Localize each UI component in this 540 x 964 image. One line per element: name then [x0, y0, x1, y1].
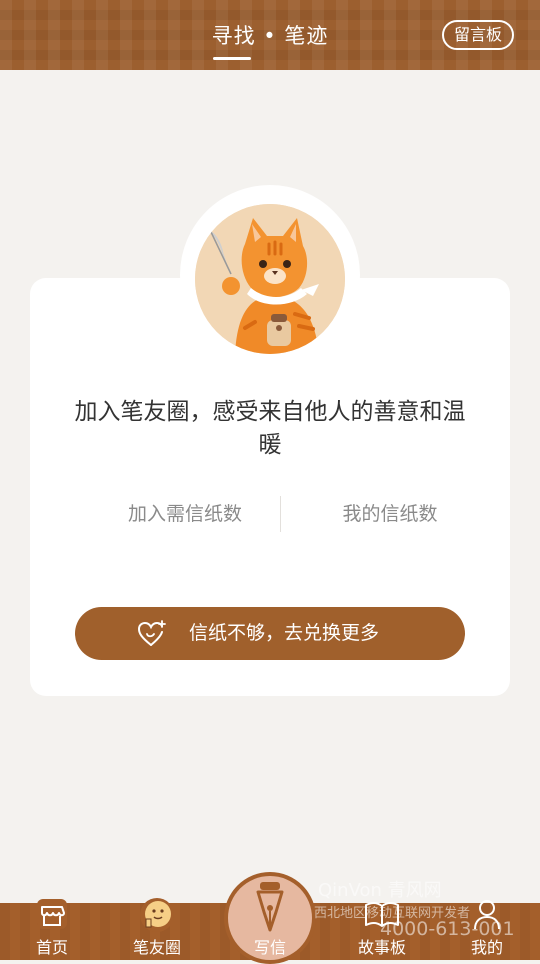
nav-label-mine: 我的 — [470, 938, 503, 957]
exchange-button-label: 信纸不够，去兑换更多 — [189, 622, 380, 644]
stats-divider — [280, 496, 281, 532]
title-underline — [213, 57, 251, 60]
nav-item-home[interactable]: 首页 — [7, 899, 97, 960]
exchange-more-button[interactable]: 信纸不够，去兑换更多 — [75, 607, 465, 660]
heart-plus-icon — [137, 620, 166, 646]
nav-label-write: 写信 — [253, 938, 286, 957]
nav-item-mine[interactable]: 我的 — [442, 900, 532, 960]
nav-label-home: 首页 — [35, 938, 68, 957]
nav-item-penpal-circle[interactable]: 笔友圈 — [112, 898, 202, 960]
store-icon — [37, 899, 67, 929]
top-header: 寻找 • 笔迹 留言板 — [0, 0, 540, 70]
nav-label-story-board: 故事板 — [357, 938, 406, 957]
thumbs-up-face-icon — [140, 898, 174, 932]
open-book-icon — [365, 901, 399, 927]
nav-label-penpal-circle: 笔友圈 — [132, 938, 181, 957]
stat-required-paper: 加入需信纸数 — [127, 503, 242, 525]
person-icon — [474, 900, 500, 930]
cat-illustration-icon — [195, 204, 345, 354]
nav-item-story-board[interactable]: 故事板 — [337, 901, 427, 960]
stat-my-paper: 我的信纸数 — [342, 503, 438, 525]
stats-row: 加入需信纸数 我的信纸数 — [30, 496, 510, 536]
message-board-button[interactable]: 留言板 — [442, 20, 514, 50]
card-headline: 加入笔友圈，感受来自他人的善意和温暖 — [74, 399, 466, 458]
cat-avatar — [195, 204, 345, 354]
